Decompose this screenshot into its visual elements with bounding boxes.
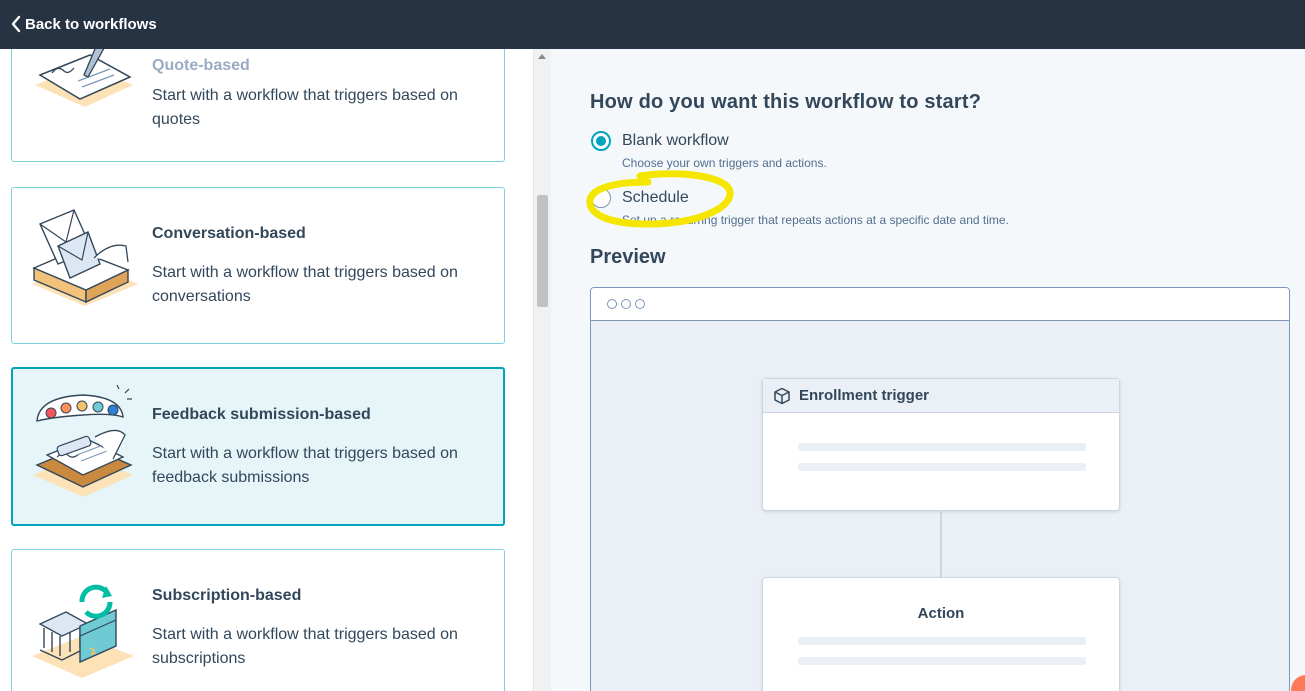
start-question: How do you want this workflow to start? <box>590 91 982 113</box>
action-node: Action <box>762 577 1120 691</box>
action-label: Action <box>917 605 965 622</box>
card-description: Start with a workflow that triggers base… <box>152 87 458 128</box>
skeleton-line <box>798 637 1086 645</box>
workflow-start-panel: How do you want this workflow to start? … <box>552 49 1305 691</box>
card-title: Quote-based <box>152 57 250 74</box>
option-label: Blank workflow <box>622 132 729 149</box>
preview-title: Preview <box>590 246 666 268</box>
option-label: Schedule <box>622 189 689 206</box>
card-title: Feedback submission-based <box>152 406 371 423</box>
cube-icon <box>773 387 791 405</box>
skeleton-line <box>798 657 1086 665</box>
top-bar: Back to workflows <box>0 0 1305 49</box>
card-title: Conversation-based <box>152 225 306 242</box>
card-title: Subscription-based <box>152 587 302 604</box>
chevron-left-icon <box>7 12 25 36</box>
radio-schedule[interactable] <box>591 188 611 208</box>
preview-window: Enrollment trigger Action <box>590 287 1290 691</box>
enrollment-trigger-label: Enrollment trigger <box>799 387 930 404</box>
scroll-thumb[interactable] <box>537 195 548 307</box>
card-description: Start with a workflow that triggers base… <box>152 626 458 667</box>
template-list: Quote-based Start with a workflow that t… <box>0 49 533 691</box>
back-to-workflows-link[interactable]: Back to workflows <box>7 12 157 36</box>
enrollment-trigger-header: Enrollment trigger <box>763 379 1119 413</box>
back-label: Back to workflows <box>25 15 157 33</box>
preview-window-bar <box>591 288 1289 321</box>
option-blank-workflow[interactable]: Blank workflow <box>591 131 729 151</box>
template-card-feedback-submission-based[interactable]: Feedback submission-based Start with a w… <box>11 367 505 526</box>
left-panel-scrollbar[interactable] <box>533 49 551 691</box>
window-dot-icon <box>635 299 645 309</box>
skeleton-line <box>798 443 1086 451</box>
template-card-subscription-based[interactable]: Subscription-based Start with a workflow… <box>11 549 505 691</box>
card-description: Start with a workflow that triggers base… <box>152 264 458 305</box>
bank-card-cycle-icon <box>30 580 140 691</box>
option-help: Set up a recurring trigger that repeats … <box>622 213 1009 227</box>
scroll-up-arrow-icon[interactable] <box>538 54 546 59</box>
quote-contract-icon <box>30 49 140 127</box>
skeleton-line <box>798 463 1086 471</box>
node-connector <box>940 511 942 577</box>
option-help: Choose your own triggers and actions. <box>622 156 827 170</box>
card-description: Start with a workflow that triggers base… <box>152 445 458 486</box>
enrollment-trigger-node: Enrollment trigger <box>762 378 1120 511</box>
window-dot-icon <box>607 299 617 309</box>
envelope-inbox-icon <box>30 206 140 326</box>
template-card-quote-based[interactable]: Quote-based Start with a workflow that t… <box>11 49 505 162</box>
feedback-rating-icon <box>31 384 141 505</box>
radio-blank-workflow[interactable] <box>591 131 611 151</box>
window-dot-icon <box>621 299 631 309</box>
option-schedule[interactable]: Schedule <box>591 188 689 208</box>
template-card-conversation-based[interactable]: Conversation-based Start with a workflow… <box>11 187 505 344</box>
